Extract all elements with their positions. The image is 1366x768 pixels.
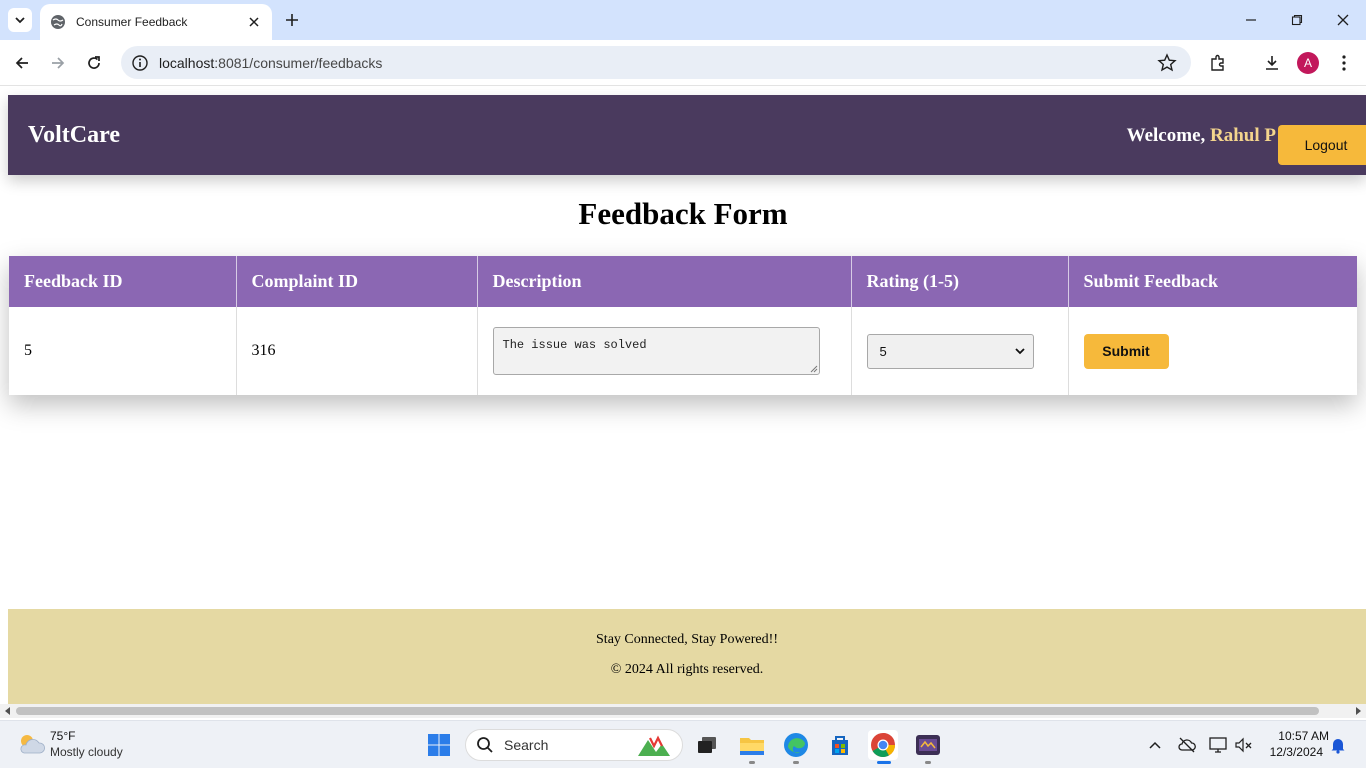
weather-temperature: 75°F [50,729,76,743]
tab-title: Consumer Feedback [76,15,188,29]
search-label: Search [504,737,549,753]
browser-toolbar: localhost:8081/consumer/feedbacks A [0,40,1366,86]
url-host: localhost [159,54,215,71]
taskbar: 75°F Mostly cloudy Search 10:57 AM 12/3/… [0,720,1366,768]
window-close-button[interactable] [1333,10,1353,30]
globe-icon [50,14,66,30]
restore-button[interactable] [1287,10,1307,30]
footer-copyright: © 2024 All rights reserved. [610,662,764,677]
file-explorer-icon[interactable] [737,730,767,760]
new-tab-button[interactable] [282,10,302,30]
chevron-down-icon [15,17,25,24]
search-icon [477,737,493,753]
browser-tabstrip: Consumer Feedback [0,0,1366,40]
description-textarea[interactable]: The issue was solved [492,327,820,375]
cloud-offline-icon[interactable] [1177,735,1197,755]
table-row: 5 316 The issue was solved 5 Submit [9,307,1357,395]
user-name: Rahul P [1210,125,1276,146]
chevron-up-icon[interactable] [1145,735,1165,755]
more-options-icon[interactable] [1333,52,1355,74]
close-icon [1337,14,1349,26]
clock-time[interactable]: 10:57 AM [1265,729,1329,743]
tab-search-button[interactable] [8,8,32,32]
taskbar-search[interactable]: Search [465,729,683,761]
edge-browser-icon[interactable] [781,730,811,760]
footer-tagline: Stay Connected, Stay Powered!! [596,632,778,647]
site-footer: Stay Connected, Stay Powered!! © 2024 Al… [8,609,1366,704]
download-icon[interactable] [1261,52,1283,74]
welcome-message: Welcome, Rahul P [1127,125,1276,147]
chrome-icon[interactable] [868,730,898,760]
volume-muted-icon[interactable] [1234,735,1254,755]
minimize-icon [1246,19,1256,21]
description-text: The issue was solved [502,338,647,352]
column-header-feedback-id: Feedback ID [9,256,237,307]
search-highlight-icon [638,735,670,756]
submit-cell: Submit [1068,307,1357,395]
rating-cell: 5 [851,307,1069,395]
browser-tab-active[interactable]: Consumer Feedback [40,4,272,40]
close-icon[interactable] [246,14,262,30]
active-indicator [877,761,891,764]
feedback-table-container: Feedback ID Complaint ID Description Rat… [9,256,1357,395]
column-header-complaint-id: Complaint ID [236,256,478,307]
plus-icon [286,14,298,26]
bookmark-star-icon[interactable] [1157,53,1177,73]
rating-select[interactable]: 5 [866,333,1034,369]
display-icon[interactable] [1208,735,1228,755]
clock-date[interactable]: 12/3/2024 [1265,745,1323,759]
description-cell: The issue was solved [477,307,852,395]
feedback-table: Feedback ID Complaint ID Description Rat… [9,256,1357,395]
app-icon[interactable] [913,730,943,760]
logout-button[interactable]: Logout [1278,125,1366,165]
column-header-rating: Rating (1-5) [851,256,1069,307]
site-header: VoltCare Welcome, Rahul P Logout [8,95,1366,175]
page-title: Feedback Form [578,196,788,231]
chevron-down-icon [1014,348,1025,355]
resize-grip-icon[interactable] [810,365,818,373]
reload-button[interactable] [82,51,106,75]
weather-description: Mostly cloudy [50,745,123,759]
arrow-left-icon [15,57,28,69]
running-indicator [925,761,931,764]
reload-icon [88,56,100,69]
notification-bell-icon[interactable] [1328,735,1348,755]
table-header-row: Feedback ID Complaint ID Description Rat… [9,256,1357,307]
column-header-submit-feedback: Submit Feedback [1068,256,1357,307]
arrow-right-icon [52,57,65,69]
windows-logo-icon [428,734,450,756]
restore-icon [1291,14,1303,26]
scroll-left-icon[interactable] [4,707,12,715]
running-indicator [793,761,799,764]
back-button[interactable] [10,51,34,75]
task-view-icon[interactable] [692,730,722,760]
running-indicator [749,761,755,764]
horizontal-scrollbar[interactable] [0,704,1366,718]
submit-feedback-button[interactable]: Submit [1083,333,1169,369]
brand-logo[interactable]: VoltCare [28,122,120,149]
column-header-description: Description [477,256,852,307]
start-button[interactable] [424,730,454,760]
scrollbar-thumb[interactable] [16,707,1319,715]
feedback-id-cell: 5 [9,307,237,395]
site-info-icon[interactable] [131,54,149,72]
profile-avatar[interactable]: A [1297,52,1319,74]
rating-selected-value: 5 [879,343,887,359]
extensions-icon[interactable] [1207,52,1229,74]
scroll-right-icon[interactable] [1354,707,1362,715]
minimize-button[interactable] [1241,10,1261,30]
welcome-prefix: Welcome, [1126,125,1210,146]
store-icon[interactable] [825,730,855,760]
complaint-id-cell: 316 [236,307,478,395]
cloud-sun-icon[interactable] [16,731,46,757]
url-path: :8081/consumer/feedbacks [214,54,383,71]
forward-button[interactable] [46,51,70,75]
address-bar[interactable]: localhost:8081/consumer/feedbacks [121,46,1191,79]
